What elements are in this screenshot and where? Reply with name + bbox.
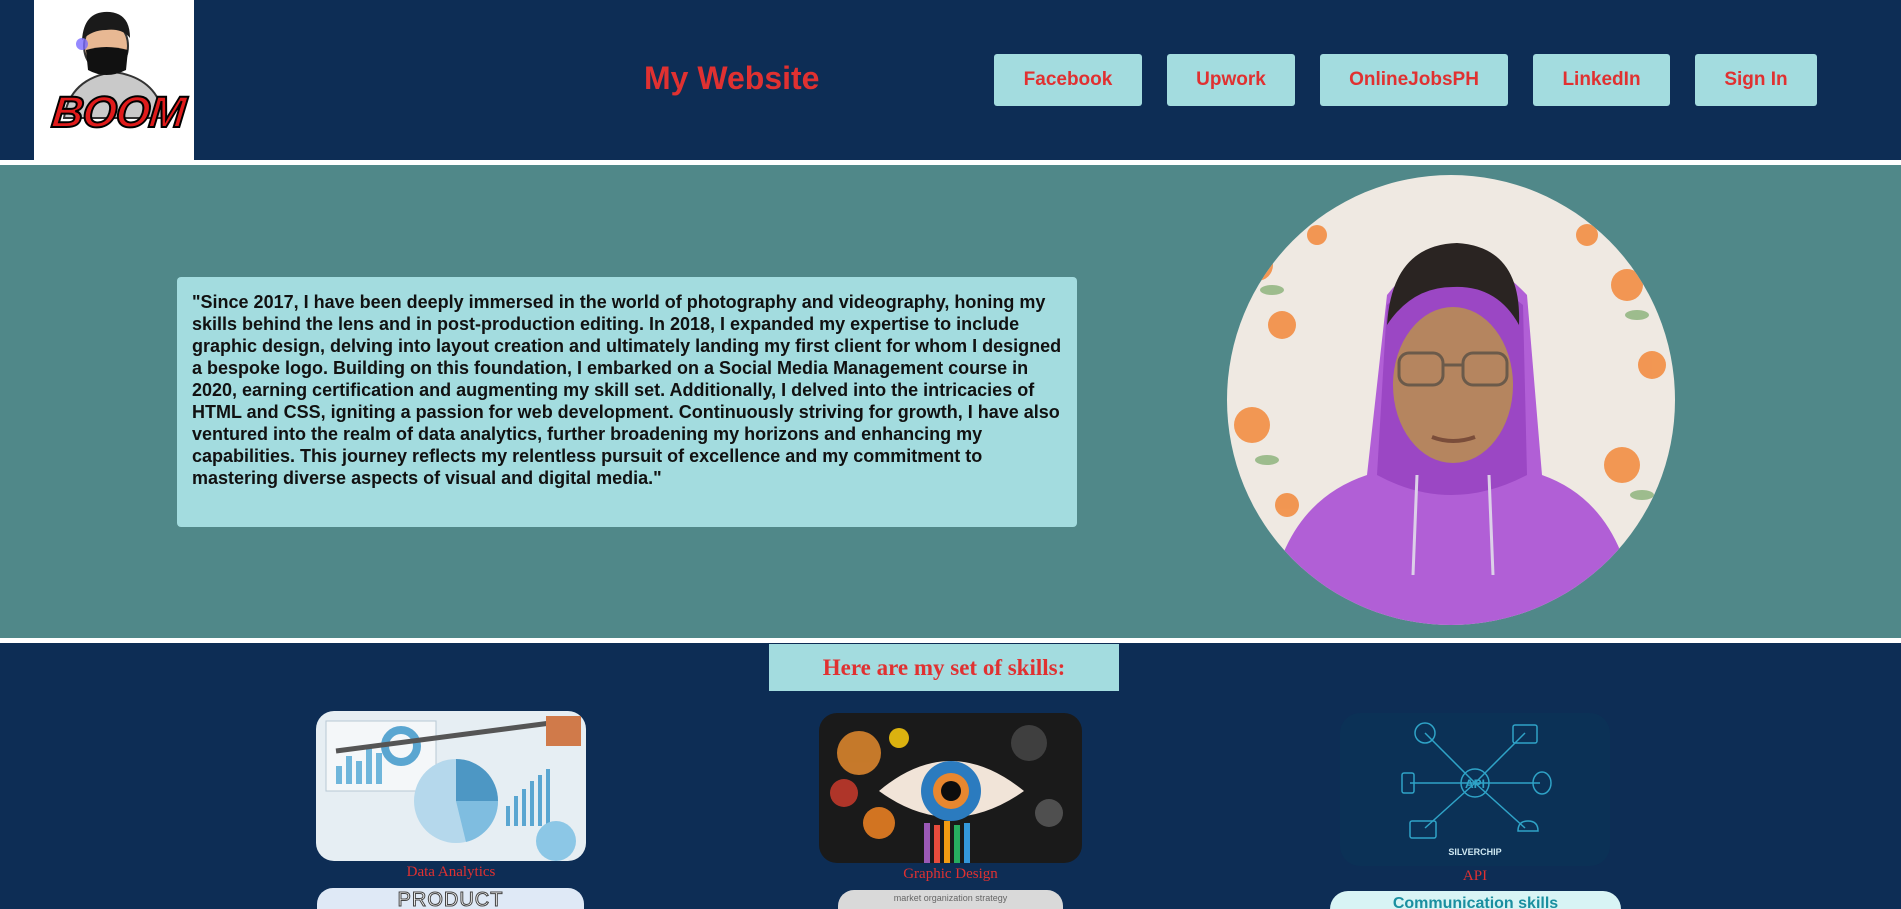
profile-photo <box>1227 175 1675 625</box>
api-center-label: API <box>1465 777 1485 791</box>
graphic-design-image[interactable] <box>819 713 1082 863</box>
graphic-design-label: Graphic Design <box>903 866 998 882</box>
skills-section: Here are my set of skills: Data Analytic… <box>0 643 1901 909</box>
api-image[interactable]: API SILVERCHIP <box>1340 713 1610 866</box>
pie-chart-icon <box>316 711 586 861</box>
profile-portrait-image <box>1227 175 1675 625</box>
about-quote: "Since 2017, I have been deeply immersed… <box>177 277 1077 527</box>
communication-card-text: Communication skills <box>1392 895 1559 909</box>
nav-linkedin-button[interactable]: LinkedIn <box>1533 54 1670 106</box>
logo-text: BOOM <box>48 87 188 138</box>
page-title: My Website <box>644 60 820 96</box>
api-network-icon: API SILVERCHIP <box>1340 713 1610 866</box>
nav-onlinejobsph-button[interactable]: OnlineJobsPH <box>1320 54 1508 106</box>
api-label: API <box>1462 868 1488 884</box>
sign-in-button[interactable]: Sign In <box>1695 54 1817 106</box>
data-analytics-image[interactable] <box>316 711 586 861</box>
communication-card[interactable]: Communication skills <box>1330 891 1621 909</box>
eye-art-icon <box>819 713 1082 863</box>
data-analytics-label: Data Analytics <box>406 864 496 880</box>
hero-section: "Since 2017, I have been deeply immersed… <box>0 165 1901 638</box>
product-card-text: PRODUCT <box>397 889 504 909</box>
nav-facebook-button[interactable]: Facebook <box>994 54 1142 106</box>
site-header: BOOM My Website Facebook Upwork OnlineJo… <box>0 0 1901 160</box>
api-brand-label: SILVERCHIP <box>1448 847 1501 857</box>
strategy-card[interactable]: market organization strategy <box>838 890 1063 909</box>
product-card[interactable]: PRODUCT <box>317 888 584 909</box>
nav-upwork-button[interactable]: Upwork <box>1167 54 1295 106</box>
logo[interactable]: BOOM <box>34 0 194 160</box>
strategy-card-text: market organization strategy <box>893 893 1008 903</box>
skills-heading: Here are my set of skills: <box>769 644 1119 691</box>
